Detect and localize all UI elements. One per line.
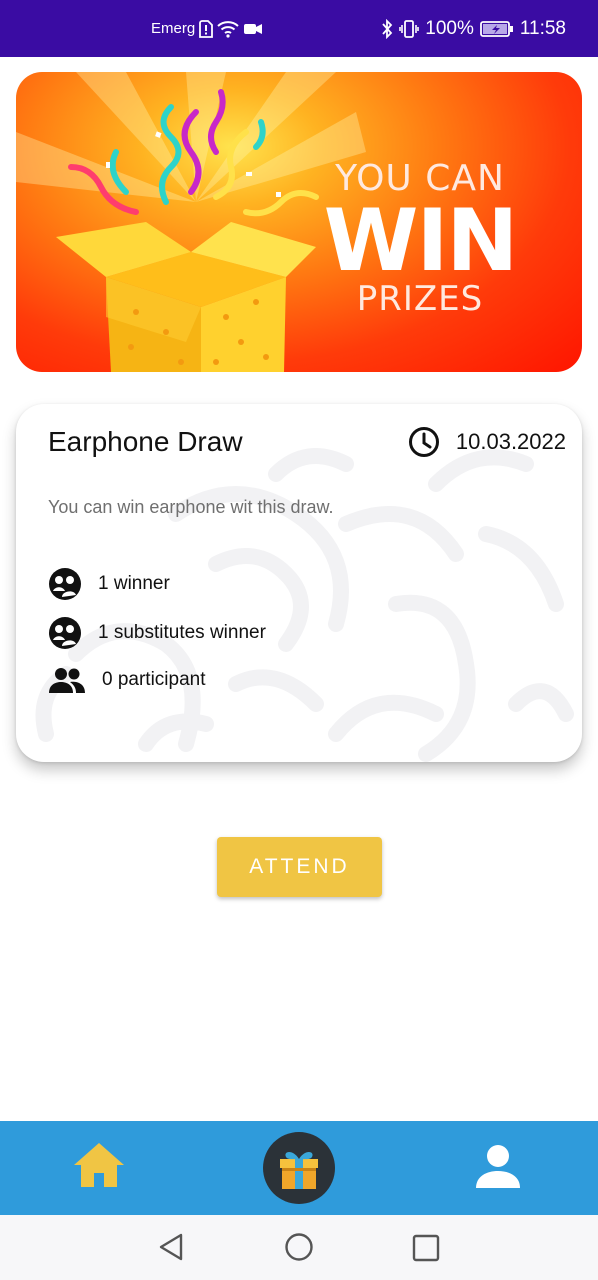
nav-profile-button[interactable] <box>474 1144 522 1195</box>
participant-count: 0 participant <box>102 669 206 690</box>
draw-description: You can win earphone wit this draw. <box>48 497 334 517</box>
banner-line2: WIN <box>323 191 519 291</box>
winner-row: 1 winner <box>48 567 170 601</box>
prize-banner: YOU CAN WIN PRIZES <box>16 72 582 372</box>
draw-date: 10.03.2022 <box>455 429 566 454</box>
back-button[interactable] <box>157 1232 185 1267</box>
home-circle-icon <box>285 1233 313 1261</box>
system-nav-bar <box>0 1215 598 1280</box>
battery-percent: 100% <box>425 17 474 39</box>
home-system-button[interactable] <box>284 1232 314 1267</box>
status-bar: Emergency 100% 11:58 <box>0 0 598 57</box>
video-camera-icon <box>243 22 263 36</box>
recents-button[interactable] <box>412 1234 440 1267</box>
clock-icon <box>408 426 440 458</box>
clock: 11:58 <box>519 17 566 39</box>
profile-icon <box>476 1145 520 1188</box>
attend-button[interactable]: ATTEND <box>217 837 382 897</box>
participant-row: 0 participant <box>48 666 206 694</box>
sim-alert-icon <box>199 19 213 38</box>
battery-charging-icon <box>479 20 514 38</box>
carrier-text: Emergency <box>151 20 195 37</box>
banner-text: YOU CAN WIN PRIZES <box>320 158 520 319</box>
back-triangle-icon <box>159 1233 183 1261</box>
winner-count: 1 winner <box>98 573 170 594</box>
draw-title: Earphone Draw <box>48 426 243 457</box>
winner-icon <box>48 567 82 601</box>
draw-card: Earphone Draw 10.03.2022 You can win ear… <box>16 404 582 762</box>
gift-icon <box>280 1152 318 1189</box>
substitute-row: 1 substitutes winner <box>48 616 266 650</box>
home-icon <box>74 1143 124 1187</box>
nav-home-button[interactable] <box>72 1141 126 1194</box>
wifi-icon <box>217 20 239 38</box>
draw-date-group: 10.03.2022 <box>408 426 566 458</box>
draw-detail-screen: Emergency 100% 11:58 <box>0 0 598 1280</box>
substitute-count: 1 substitutes winner <box>98 622 266 643</box>
substitute-icon <box>48 616 82 650</box>
recents-square-icon <box>412 1234 440 1262</box>
bottom-nav <box>0 1121 598 1215</box>
participants-icon <box>48 666 86 694</box>
nav-draws-button[interactable] <box>263 1132 335 1204</box>
status-left: Emergency <box>151 0 263 57</box>
bluetooth-icon <box>381 18 393 39</box>
status-right: 100% 11:58 <box>381 18 566 40</box>
vibrate-icon <box>399 19 420 39</box>
